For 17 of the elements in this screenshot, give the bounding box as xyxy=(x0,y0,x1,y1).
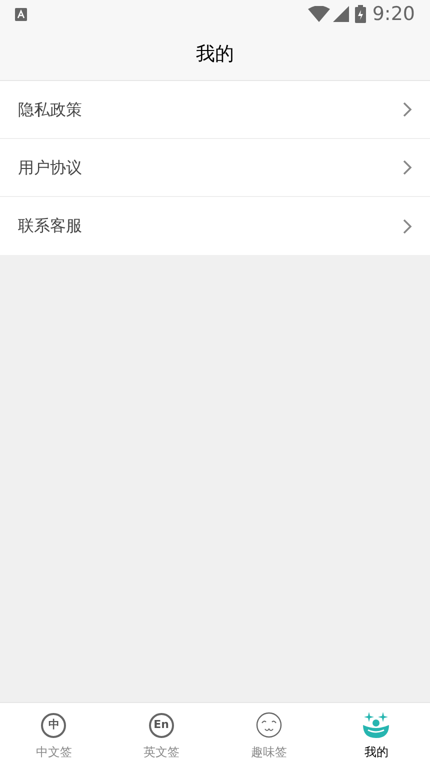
page-title: 我的 xyxy=(196,42,234,67)
wifi-icon xyxy=(308,6,330,22)
chevron-right-icon xyxy=(403,218,412,234)
chevron-right-icon xyxy=(403,102,412,117)
tab[interactable]: 中 中文签 xyxy=(0,703,108,762)
chevron-right-icon xyxy=(403,160,412,175)
circle-glyph-icon: En xyxy=(148,712,174,738)
notification-icon xyxy=(15,8,27,20)
smiley-face-icon xyxy=(256,712,282,738)
tab[interactable]: En 英文签 xyxy=(108,703,215,762)
signal-icon xyxy=(333,6,350,22)
circle-glyph-icon: 中 xyxy=(41,712,66,738)
tab[interactable]: 我的 xyxy=(322,703,430,762)
clown-face-icon xyxy=(362,711,390,739)
clock-time: 9:20 xyxy=(372,2,415,27)
battery-icon xyxy=(355,5,366,23)
tab[interactable]: 趣味签 xyxy=(215,703,322,762)
